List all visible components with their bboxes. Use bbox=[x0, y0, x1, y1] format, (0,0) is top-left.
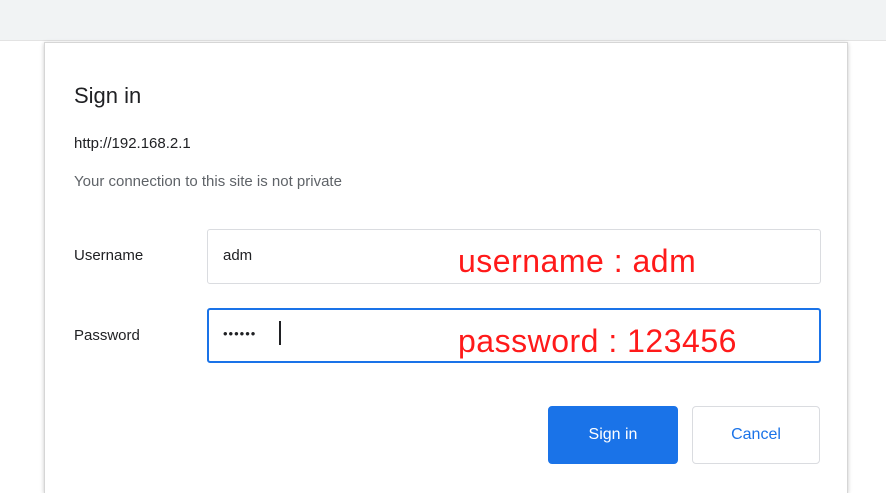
browser-top-bar bbox=[0, 0, 886, 41]
dialog-title: Sign in bbox=[74, 83, 142, 108]
password-annotation: password : 123456 bbox=[458, 323, 737, 359]
site-url: http://192.168.2.1 bbox=[74, 135, 191, 152]
username-label: Username bbox=[74, 247, 144, 264]
sign-in-button[interactable]: Sign in bbox=[548, 406, 678, 464]
username-annotation: username : adm bbox=[458, 243, 697, 279]
password-value: •••••• bbox=[223, 326, 257, 341]
password-label: Password bbox=[74, 327, 140, 344]
text-cursor bbox=[279, 321, 281, 345]
privacy-notice: Your connection to this site is not priv… bbox=[74, 173, 342, 190]
cancel-button[interactable]: Cancel bbox=[692, 406, 820, 464]
username-value: adm bbox=[223, 247, 253, 264]
sign-in-dialog: Sign in http://192.168.2.1 Your connecti… bbox=[44, 42, 848, 493]
